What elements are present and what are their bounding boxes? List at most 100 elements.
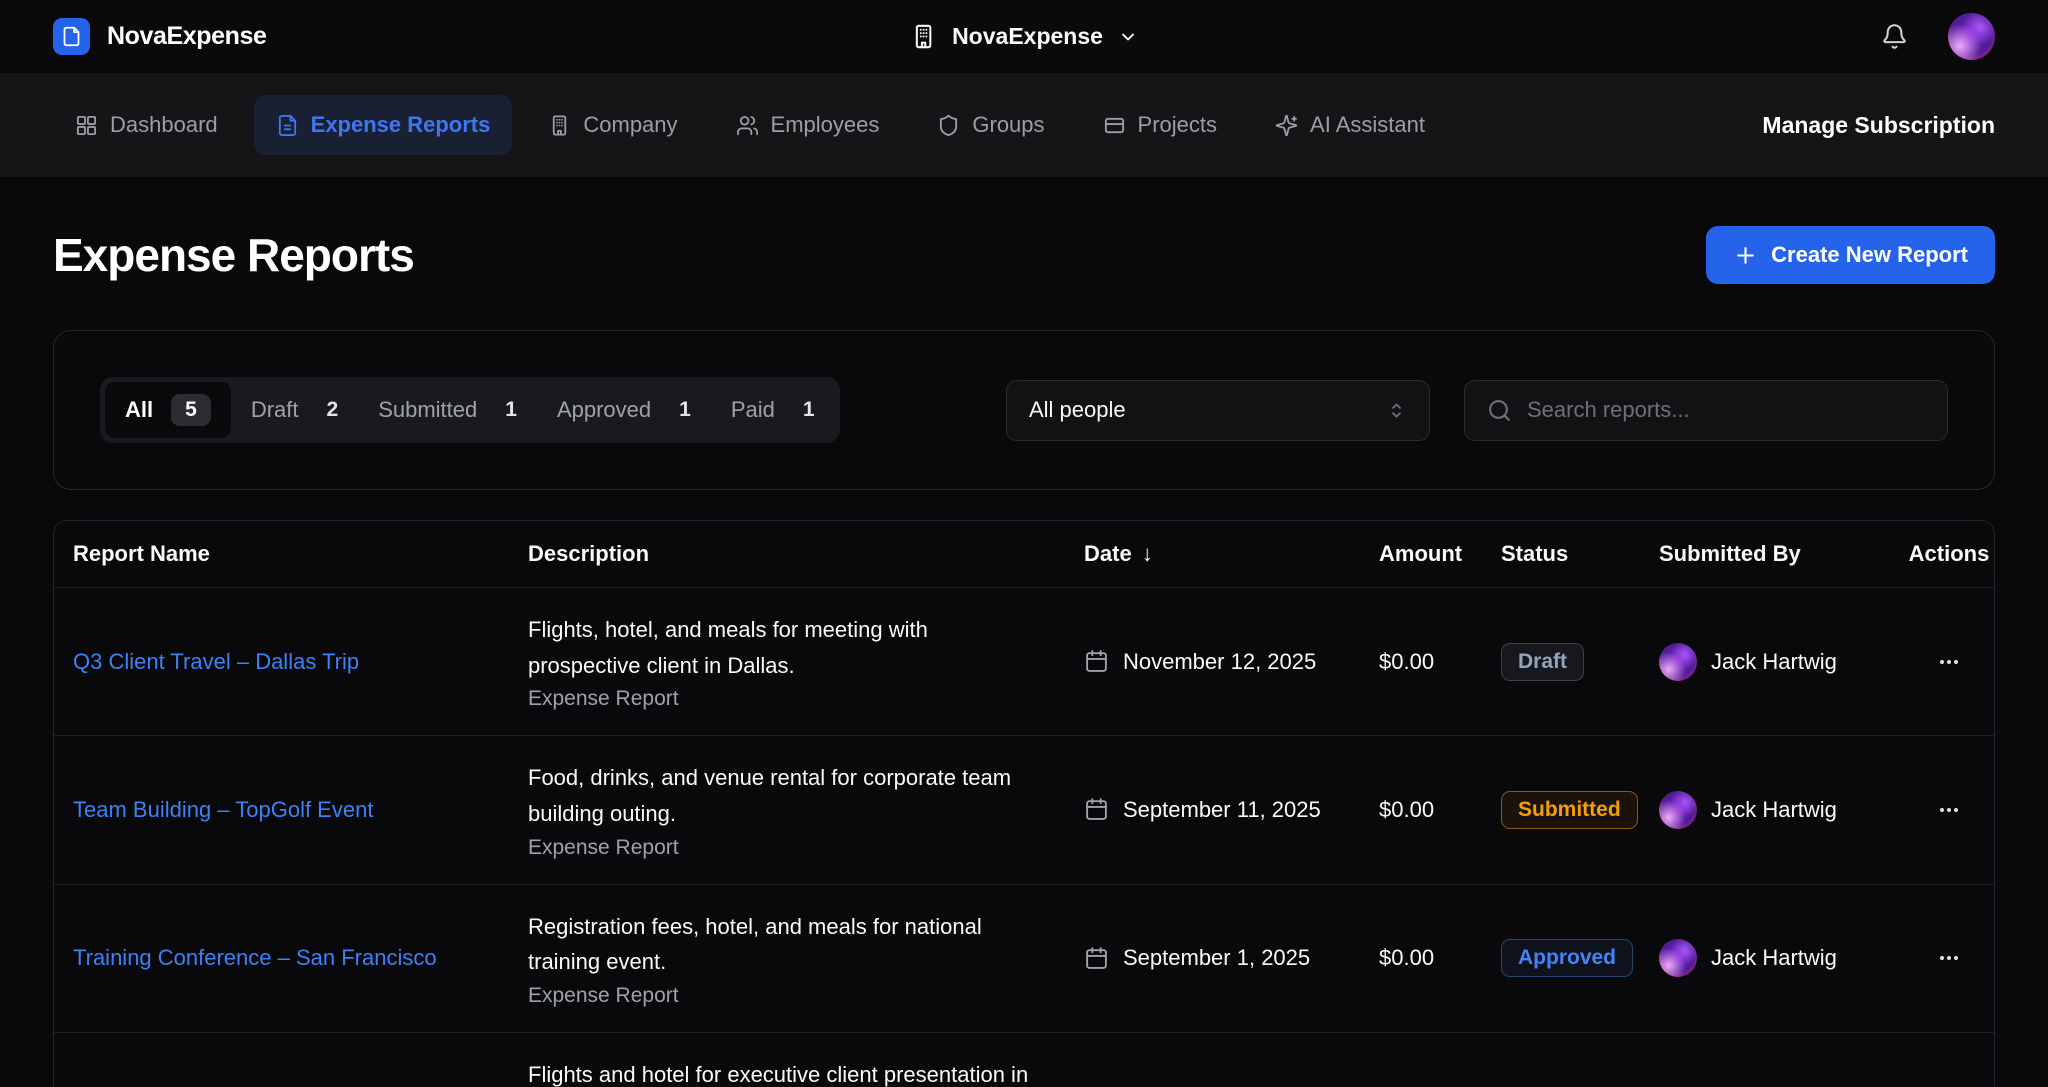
chevron-down-icon [1118, 27, 1138, 47]
submitter-avatar [1659, 791, 1697, 829]
report-type: Expense Report [528, 687, 1044, 711]
page-title: Expense Reports [53, 228, 414, 282]
col-actions: Actions [1904, 541, 1994, 567]
tab-count-badge: 1 [505, 398, 517, 422]
col-report-name: Report Name [54, 541, 528, 567]
create-new-report-button[interactable]: Create New Report [1706, 226, 1995, 284]
reports-table: Report Name Description Date↓ Amount Sta… [53, 520, 1995, 1087]
org-switcher[interactable]: NovaExpense [910, 23, 1138, 50]
report-description: Flights, hotel, and meals for meeting wi… [528, 612, 1044, 683]
tab-draft[interactable]: Draft 2 [231, 385, 358, 435]
table-row: Training Conference – San Francisco Regi… [54, 884, 1994, 1032]
table-header-row: Report Name Description Date↓ Amount Sta… [54, 521, 1994, 587]
submitter-avatar [1659, 939, 1697, 977]
tab-count-badge: 5 [171, 394, 211, 426]
calendar-icon [1084, 946, 1109, 971]
status-filter-tabs: All 5 Draft 2 Submitted 1 Approved 1 Pai… [100, 377, 840, 443]
people-filter-select[interactable]: All people [1006, 380, 1430, 441]
tab-count-badge: 2 [327, 398, 339, 422]
report-name-link[interactable]: Q3 Client Travel – Dallas Trip [73, 649, 359, 674]
table-row: Team Building – TopGolf Event Food, drin… [54, 735, 1994, 883]
sparkles-icon [1275, 114, 1298, 137]
row-actions-menu-button[interactable] [1904, 796, 1994, 824]
row-actions-menu-button[interactable] [1904, 648, 1994, 676]
main-content: Expense Reports Create New Report All 5 … [0, 226, 2048, 1087]
calendar-icon [1084, 797, 1109, 822]
brand-logo [53, 18, 90, 55]
chevrons-up-down-icon [1386, 400, 1407, 421]
status-badge: Approved [1501, 939, 1633, 977]
table-row: Executive Travel – Huntsville to D.C. Fl… [54, 1032, 1994, 1087]
users-icon [736, 114, 759, 137]
nav-item-projects[interactable]: Projects [1081, 95, 1239, 155]
ellipsis-icon [1935, 796, 1963, 824]
report-name-link[interactable]: Team Building – TopGolf Event [73, 797, 373, 822]
nav-label: Employees [771, 112, 880, 138]
building-icon [548, 114, 571, 137]
status-badge: Draft [1501, 643, 1584, 681]
building-icon [910, 23, 937, 50]
top-bar: NovaExpense NovaExpense [0, 0, 2048, 73]
col-date[interactable]: Date↓ [1084, 541, 1379, 567]
report-amount: $0.00 [1379, 797, 1501, 823]
tab-all[interactable]: All 5 [105, 382, 231, 438]
report-date: November 12, 2025 [1123, 649, 1316, 675]
status-badge: Submitted [1501, 791, 1638, 829]
submitter-name: Jack Hartwig [1711, 797, 1837, 823]
file-icon [61, 26, 82, 47]
search-icon [1487, 398, 1512, 423]
report-description: Registration fees, hotel, and meals for … [528, 909, 1044, 980]
shield-icon [937, 114, 960, 137]
user-avatar[interactable] [1948, 13, 1995, 60]
nav-item-groups[interactable]: Groups [915, 95, 1066, 155]
org-switcher-label: NovaExpense [952, 23, 1103, 50]
nav-item-employees[interactable]: Employees [714, 95, 902, 155]
brand: NovaExpense [53, 18, 267, 55]
tab-paid[interactable]: Paid 1 [711, 385, 835, 435]
nav-item-expense-reports[interactable]: Expense Reports [254, 95, 513, 155]
report-amount: $0.00 [1379, 945, 1501, 971]
notifications-bell-icon[interactable] [1881, 23, 1908, 50]
col-amount: Amount [1379, 541, 1501, 567]
report-name-link[interactable]: Training Conference – San Francisco [73, 945, 437, 970]
panel-rows-icon [1103, 114, 1126, 137]
file-text-icon [276, 114, 299, 137]
brand-title: NovaExpense [107, 22, 267, 51]
report-type: Expense Report [528, 836, 1044, 860]
report-description: Flights and hotel for executive client p… [528, 1057, 1044, 1087]
report-amount: $0.00 [1379, 649, 1501, 675]
nav-label: Company [583, 112, 677, 138]
col-description: Description [528, 541, 1084, 567]
nav-item-dashboard[interactable]: Dashboard [53, 95, 240, 155]
col-submitted-by: Submitted By [1659, 541, 1904, 567]
col-status: Status [1501, 541, 1659, 567]
nav-label: Expense Reports [311, 112, 491, 138]
search-input[interactable] [1527, 397, 1925, 423]
ellipsis-icon [1935, 648, 1963, 676]
filter-panel: All 5 Draft 2 Submitted 1 Approved 1 Pai… [53, 330, 1995, 490]
manage-subscription-link[interactable]: Manage Subscription [1762, 112, 1995, 139]
nav-label: AI Assistant [1310, 112, 1425, 138]
report-date: September 11, 2025 [1123, 797, 1321, 823]
nav-label: Projects [1138, 112, 1217, 138]
tab-approved[interactable]: Approved 1 [537, 385, 711, 435]
nav-item-company[interactable]: Company [526, 95, 699, 155]
row-actions-menu-button[interactable] [1904, 944, 1994, 972]
nav-label: Dashboard [110, 112, 218, 138]
tab-count-badge: 1 [803, 398, 815, 422]
tab-count-badge: 1 [679, 398, 691, 422]
main-nav: Dashboard Expense Reports Company Employ… [0, 73, 2048, 177]
report-type: Expense Report [528, 984, 1044, 1008]
nav-item-ai-assistant[interactable]: AI Assistant [1253, 95, 1447, 155]
sort-desc-arrow: ↓ [1142, 541, 1153, 566]
report-date: September 1, 2025 [1123, 945, 1310, 971]
submitter-avatar [1659, 643, 1697, 681]
tab-submitted[interactable]: Submitted 1 [358, 385, 537, 435]
ellipsis-icon [1935, 944, 1963, 972]
report-description: Food, drinks, and venue rental for corpo… [528, 760, 1044, 831]
calendar-icon [1084, 649, 1109, 674]
table-row: Q3 Client Travel – Dallas Trip Flights, … [54, 587, 1994, 735]
nav-label: Groups [972, 112, 1044, 138]
search-box [1464, 380, 1948, 441]
submitter-name: Jack Hartwig [1711, 649, 1837, 675]
